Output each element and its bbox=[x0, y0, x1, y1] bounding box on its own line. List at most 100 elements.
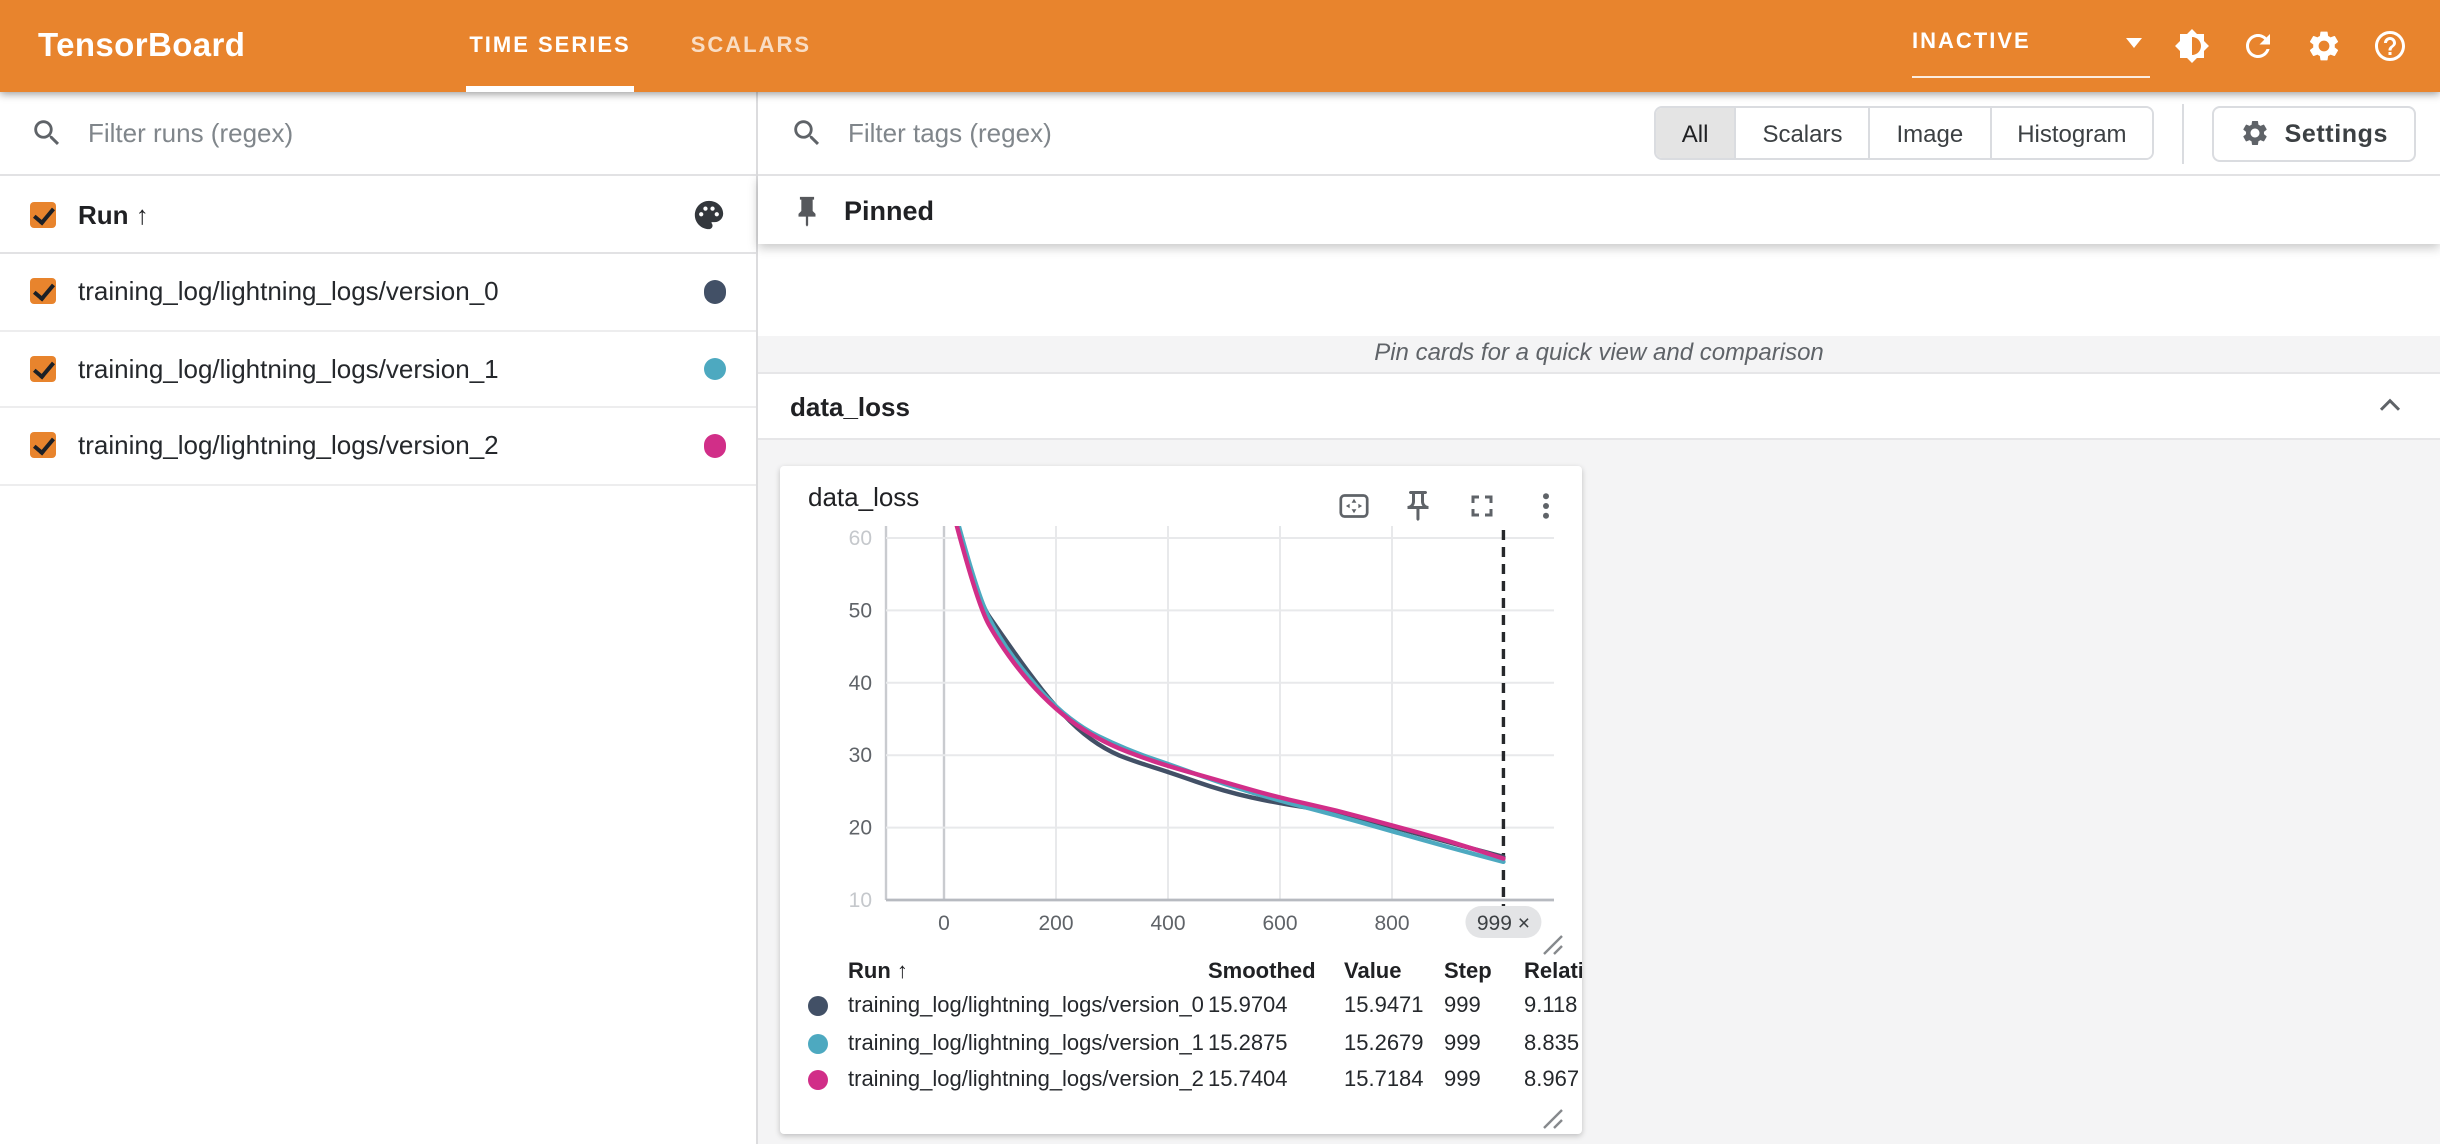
app-logo: TensorBoard bbox=[38, 27, 245, 65]
relative-value: 8.967 bbox=[1524, 1069, 1579, 1093]
runs-sidebar: Run ↑ training_log/lightning_logs/versio… bbox=[0, 92, 758, 1144]
tag-type-filter-group: All Scalars Image Histogram bbox=[1654, 106, 2155, 160]
col-value[interactable]: Value bbox=[1344, 959, 1402, 983]
run-checkbox[interactable] bbox=[30, 356, 56, 382]
run-row-version-2[interactable]: training_log/lightning_logs/version_2 bbox=[0, 408, 756, 485]
fit-domain-button[interactable] bbox=[1336, 488, 1372, 524]
toolbar-divider bbox=[2183, 103, 2185, 163]
app-header: TensorBoard TIME SERIES SCALARS INACTIVE bbox=[0, 0, 2440, 92]
smoothed-value: 15.2875 bbox=[1208, 1032, 1288, 1056]
value: 15.7184 bbox=[1344, 1069, 1424, 1093]
refresh-button[interactable] bbox=[2234, 22, 2282, 70]
theme-toggle-button[interactable] bbox=[2168, 22, 2216, 70]
step-value: 999 bbox=[1444, 1069, 1481, 1093]
chevron-up-icon bbox=[2372, 388, 2408, 424]
palette-icon[interactable] bbox=[692, 197, 726, 231]
value: 15.9471 bbox=[1344, 995, 1424, 1019]
run-name: training_log/lightning_logs/version_2 bbox=[848, 1069, 1204, 1093]
section-title: data_loss bbox=[790, 391, 910, 421]
col-step[interactable]: Step bbox=[1444, 959, 1492, 983]
col-smoothed[interactable]: Smoothed bbox=[1208, 959, 1316, 983]
table-header-row: Run ↑ Smoothed Value Step Relative bbox=[780, 954, 1582, 988]
card-more-menu-button[interactable] bbox=[1528, 488, 1564, 524]
tab-time-series[interactable]: TIME SERIES bbox=[469, 0, 630, 92]
more-vert-icon bbox=[1528, 488, 1564, 524]
runs-filter-row bbox=[0, 92, 756, 176]
runs-sort-header[interactable]: Run ↑ bbox=[78, 199, 149, 229]
smoothed-value: 15.7404 bbox=[1208, 1069, 1288, 1093]
svg-text:30: 30 bbox=[849, 744, 872, 767]
relative-value: 9.118 bbox=[1524, 995, 1577, 1019]
svg-text:800: 800 bbox=[1374, 912, 1409, 935]
select-all-runs-checkbox[interactable] bbox=[30, 201, 56, 227]
table-row: training_log/lightning_logs/version_1 15… bbox=[780, 1025, 1582, 1062]
run-name: training_log/lightning_logs/version_1 bbox=[78, 354, 499, 384]
status-label: INACTIVE bbox=[1912, 30, 2031, 54]
step-value: 999 bbox=[1444, 995, 1481, 1019]
settings-button[interactable]: Settings bbox=[2213, 105, 2416, 161]
pinned-section-header: Pinned bbox=[758, 176, 2440, 244]
search-icon bbox=[790, 116, 824, 150]
main-area: All Scalars Image Histogram Settings Pin… bbox=[758, 92, 2440, 1144]
gear-icon bbox=[2306, 28, 2342, 64]
svg-text:60: 60 bbox=[849, 527, 872, 550]
help-button[interactable] bbox=[2366, 22, 2414, 70]
settings-button-label: Settings bbox=[2285, 119, 2388, 147]
run-color-dot[interactable] bbox=[703, 357, 726, 380]
pinned-label: Pinned bbox=[844, 195, 934, 225]
brightness-icon bbox=[2174, 28, 2210, 64]
refresh-icon bbox=[2240, 28, 2276, 64]
run-row-version-0[interactable]: training_log/lightning_logs/version_0 bbox=[0, 254, 756, 331]
tags-filter-input[interactable] bbox=[844, 116, 1654, 150]
svg-text:200: 200 bbox=[1038, 912, 1073, 935]
scalar-line-chart[interactable]: 6050403020100200400600800999 × bbox=[780, 526, 1582, 950]
filter-scalars-button[interactable]: Scalars bbox=[1734, 108, 1868, 158]
pin-icon bbox=[1400, 488, 1436, 524]
run-checkbox[interactable] bbox=[30, 433, 56, 459]
run-row-version-1[interactable]: training_log/lightning_logs/version_1 bbox=[0, 331, 756, 408]
body-split: Run ↑ training_log/lightning_logs/versio… bbox=[0, 92, 2440, 1144]
chart-resize-handle[interactable] bbox=[1540, 930, 1564, 954]
search-icon bbox=[30, 116, 64, 150]
pinned-empty-hint: Pin cards for a quick view and compariso… bbox=[758, 338, 2440, 366]
run-color-dot[interactable] bbox=[703, 434, 726, 457]
section-header-data-loss[interactable]: data_loss bbox=[758, 372, 2440, 440]
filter-image-button[interactable]: Image bbox=[1868, 108, 1989, 158]
svg-text:0: 0 bbox=[938, 912, 950, 935]
tab-scalars[interactable]: SCALARS bbox=[691, 0, 811, 92]
fullscreen-button[interactable] bbox=[1464, 488, 1500, 524]
run-name: training_log/lightning_logs/version_2 bbox=[78, 431, 499, 461]
card-title-row: data_loss bbox=[780, 466, 1582, 526]
active-tab-underline bbox=[465, 86, 634, 92]
filter-histogram-button[interactable]: Histogram bbox=[1989, 108, 2152, 158]
run-color-dot[interactable] bbox=[703, 280, 726, 303]
settings-gear-button[interactable] bbox=[2300, 22, 2348, 70]
value: 15.2679 bbox=[1344, 1032, 1424, 1056]
top-nav-tabs: TIME SERIES SCALARS bbox=[469, 0, 811, 92]
table-resize-handle[interactable] bbox=[1540, 1104, 1564, 1128]
table-row: training_log/lightning_logs/version_2 15… bbox=[780, 1062, 1582, 1099]
run-name: training_log/lightning_logs/version_0 bbox=[848, 995, 1204, 1019]
run-name: training_log/lightning_logs/version_0 bbox=[78, 277, 499, 307]
pin-card-button[interactable] bbox=[1400, 488, 1436, 524]
collapse-section-button[interactable] bbox=[2372, 388, 2408, 424]
svg-text:20: 20 bbox=[849, 817, 872, 840]
fullscreen-icon bbox=[1464, 488, 1500, 524]
header-right-cluster: INACTIVE bbox=[1912, 8, 2440, 84]
filter-all-button[interactable]: All bbox=[1656, 108, 1735, 158]
svg-text:600: 600 bbox=[1262, 912, 1297, 935]
svg-text:400: 400 bbox=[1150, 912, 1185, 935]
run-name: training_log/lightning_logs/version_1 bbox=[848, 1032, 1204, 1056]
reload-status-dropdown[interactable]: INACTIVE bbox=[1912, 8, 2150, 78]
gear-icon bbox=[2241, 118, 2271, 148]
cards-scroll-area[interactable]: Pin cards for a quick view and compariso… bbox=[758, 336, 2440, 1144]
relative-value: 8.835 bbox=[1524, 1032, 1579, 1056]
runs-filter-input[interactable] bbox=[84, 116, 756, 150]
col-run[interactable]: Run ↑ bbox=[848, 959, 908, 983]
run-color-dot bbox=[808, 1034, 828, 1054]
col-relative[interactable]: Relative bbox=[1524, 959, 1582, 983]
scalar-card-data-loss: data_loss 6050403020100200400600800999 bbox=[780, 466, 1582, 1134]
chevron-down-icon bbox=[2126, 37, 2142, 47]
run-checkbox[interactable] bbox=[30, 279, 56, 305]
smoothed-value: 15.9704 bbox=[1208, 995, 1288, 1019]
